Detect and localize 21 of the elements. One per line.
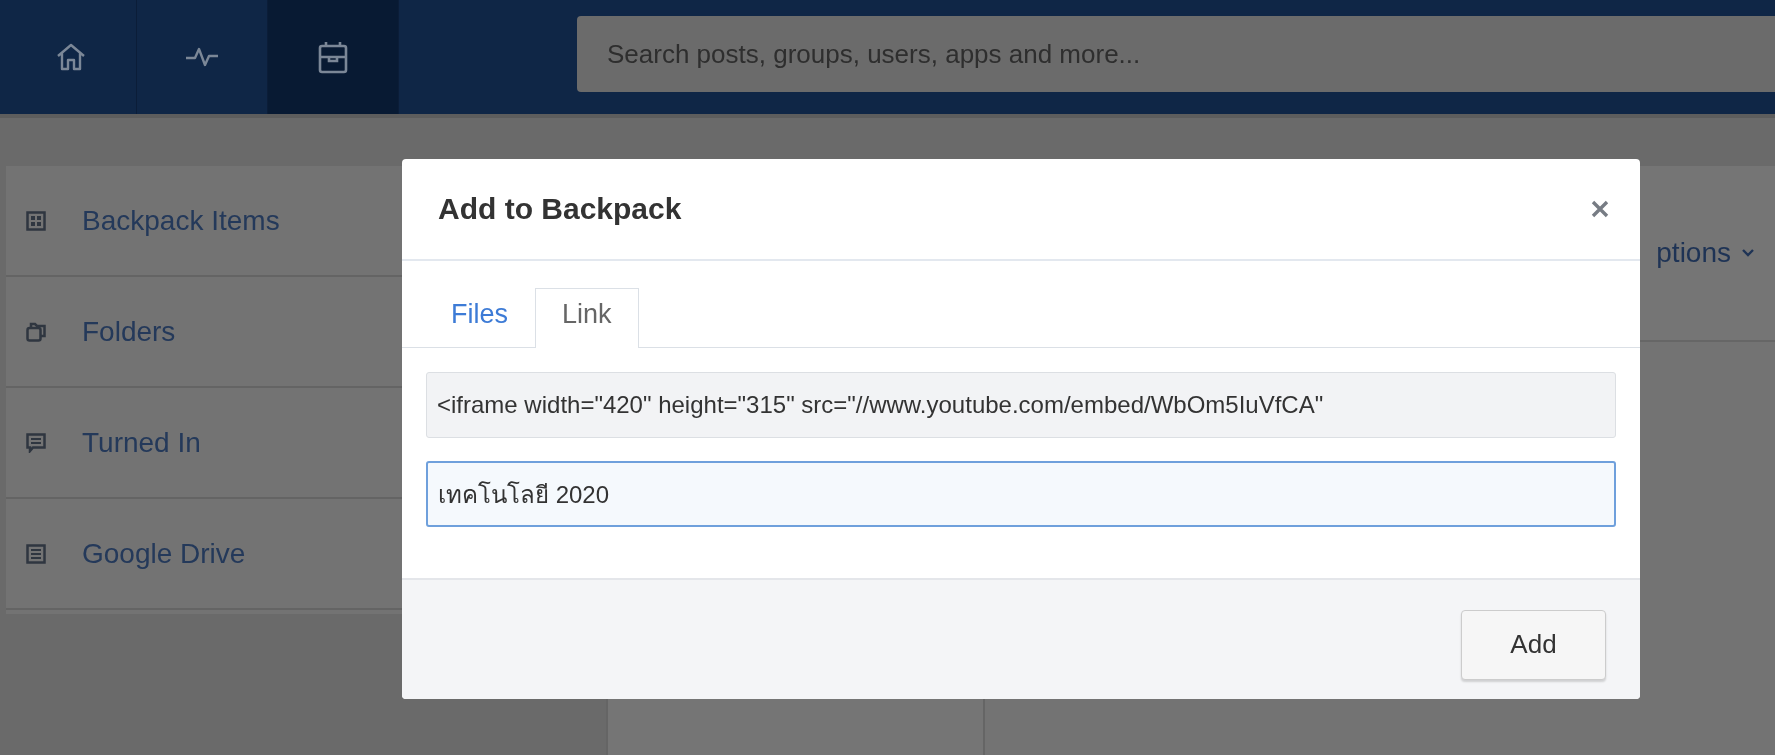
link-title-field[interactable]: เทคโนโลยี 2020 (426, 461, 1616, 527)
sidebar-label: Turned In (82, 426, 201, 459)
dialog-tab[interactable]: Files (424, 288, 535, 348)
sidebar-label: Backpack Items (82, 204, 280, 237)
pulse-icon (185, 45, 219, 69)
dialog-tab[interactable]: Link (535, 288, 639, 348)
grid-icon (26, 210, 46, 231)
backpack-icon (318, 40, 348, 74)
options-link[interactable]: ptions (1656, 237, 1731, 269)
sidebar-label: Folders (82, 315, 176, 348)
folders-icon (26, 321, 46, 342)
comment-icon (26, 432, 46, 453)
chevron-down-icon (1741, 248, 1755, 258)
nav-tab[interactable] (268, 0, 399, 114)
embed-code-field[interactable]: <iframe width="420" height="315" src="//www.youtube.com/embed/WbOm5IuVfCA" (426, 372, 1616, 438)
home-icon (55, 41, 87, 73)
sidebar-label: Google Drive (82, 537, 246, 570)
close-icon[interactable] (1590, 199, 1610, 219)
document-icon (26, 543, 46, 564)
add-button[interactable]: Add (1461, 609, 1606, 680)
search-field[interactable]: Search posts, groups, users, apps and more... (577, 16, 1775, 92)
